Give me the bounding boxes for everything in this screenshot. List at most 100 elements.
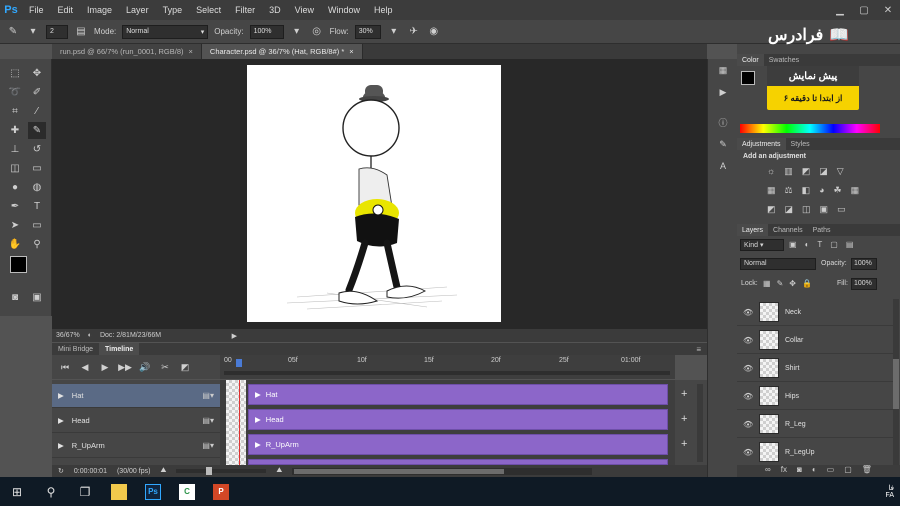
timeline-ruler[interactable]: 00 05f 10f 15f 20f 25f 01:00f: [220, 355, 675, 379]
lasso-tool-icon[interactable]: ➰: [6, 84, 24, 101]
timeline-layer-row[interactable]: ▶ R_UpArm ▤▾: [52, 434, 220, 458]
panel-menu-icon[interactable]: ≡: [696, 345, 707, 354]
layer-filter-kind[interactable]: Kind ▾: [740, 239, 784, 251]
keyframe-area[interactable]: [226, 380, 246, 465]
channel-mixer-icon[interactable]: ☘: [834, 185, 842, 196]
path-select-icon[interactable]: ➤: [6, 217, 24, 234]
pen-tool-icon[interactable]: ✒: [6, 198, 24, 215]
layer-fill-field[interactable]: 100%: [851, 278, 877, 290]
type-tool-icon[interactable]: T: [28, 198, 46, 215]
levels-icon[interactable]: ▥: [784, 166, 793, 177]
tray-language[interactable]: FA: [885, 492, 894, 499]
close-icon[interactable]: ✕: [876, 0, 900, 20]
clip-bar[interactable]: ▶ Hat: [248, 384, 668, 405]
tab-character-psd[interactable]: Character.psd @ 36/7% (Hat, RGB/8#) * ×: [201, 44, 363, 59]
taskbar-app-powerpoint[interactable]: P: [204, 477, 238, 506]
play-icon[interactable]: ▶: [98, 360, 112, 374]
brush-tool-icon[interactable]: ✎: [28, 122, 46, 139]
opacity-field[interactable]: 100%: [249, 24, 284, 39]
chevron-down-icon[interactable]: ▾: [26, 25, 40, 39]
eye-icon[interactable]: 👁: [743, 364, 753, 373]
tab-layers[interactable]: Layers: [737, 224, 769, 236]
expand-icon[interactable]: ▶: [58, 441, 64, 450]
marquee-tool-icon[interactable]: ⬚: [6, 65, 24, 82]
menu-help[interactable]: Help: [367, 5, 400, 15]
zoom-slider-handle[interactable]: [206, 467, 213, 475]
mode-select[interactable]: Normal ▾: [122, 24, 209, 39]
layers-scrollbar[interactable]: [893, 299, 899, 465]
adjustment-layer-icon[interactable]: ◐: [812, 465, 817, 477]
hand-tool-icon[interactable]: ✋: [6, 236, 24, 253]
menu-filter[interactable]: Filter: [228, 5, 262, 15]
eye-icon[interactable]: 👁: [743, 336, 753, 345]
eye-icon[interactable]: 👁: [743, 448, 753, 457]
screen-mode-icon[interactable]: ▣: [28, 289, 46, 306]
blur-tool-icon[interactable]: ●: [6, 179, 24, 196]
eraser-tool-icon[interactable]: ◫: [6, 160, 24, 177]
timeline-layer-row[interactable]: ▶ Head ▤▾: [52, 409, 220, 433]
scrollbar-thumb[interactable]: [893, 359, 899, 409]
layer-options-icon[interactable]: ▤▾: [202, 441, 214, 450]
shape-filter-icon[interactable]: ▢: [830, 240, 838, 249]
brush-tool-icon[interactable]: ✎: [6, 25, 20, 39]
gradient-map-icon[interactable]: ▭: [837, 204, 846, 215]
layer-opacity-field[interactable]: 100%: [851, 258, 877, 270]
tab-styles[interactable]: Styles: [786, 138, 815, 150]
pixel-filter-icon[interactable]: ▣: [789, 240, 797, 249]
quick-mask-icon[interactable]: ◙: [6, 289, 24, 306]
info-icon[interactable]: ⓘ: [716, 115, 730, 129]
flow-field[interactable]: 30%: [354, 24, 381, 39]
link-icon[interactable]: ∞: [765, 465, 771, 477]
blend-mode-select[interactable]: Normal: [740, 258, 816, 270]
layer-row[interactable]: 👁 Collar: [737, 327, 893, 354]
tab-timeline[interactable]: Timeline: [99, 343, 140, 355]
stamp-tool-icon[interactable]: ⊥: [6, 141, 24, 158]
tab-run-psd[interactable]: run.psd @ 66/7% (run_0001, RGB/8) ×: [52, 44, 202, 59]
actions-icon[interactable]: ▶: [716, 85, 730, 99]
brush-presets-icon[interactable]: ✎: [716, 137, 730, 151]
lock-position-icon[interactable]: ✥: [789, 279, 796, 288]
foreground-color-swatch[interactable]: [741, 71, 755, 85]
photo-filter-icon[interactable]: ◕: [819, 185, 824, 196]
fx-icon[interactable]: fx: [781, 465, 787, 477]
tray-language-farsi[interactable]: فا: [889, 484, 894, 492]
brightness-icon[interactable]: ☼: [767, 166, 775, 177]
menu-type[interactable]: Type: [156, 5, 190, 15]
move-tool-icon[interactable]: ✥: [28, 65, 46, 82]
exposure-icon[interactable]: ◪: [819, 166, 828, 177]
healing-tool-icon[interactable]: ✚: [6, 122, 24, 139]
tab-mini-bridge[interactable]: Mini Bridge: [52, 343, 99, 355]
layer-row[interactable]: 👁 R_Leg: [737, 411, 893, 438]
eye-icon[interactable]: 👁: [743, 308, 753, 317]
black-white-icon[interactable]: ◧: [802, 185, 811, 196]
menu-3d[interactable]: 3D: [262, 5, 288, 15]
threshold-icon[interactable]: ◫: [802, 204, 811, 215]
curves-icon[interactable]: ◩: [802, 166, 811, 177]
timeline-zoom-slider[interactable]: [176, 467, 267, 475]
audio-icon[interactable]: 🔊: [138, 360, 152, 374]
status-arrow-icon[interactable]: ▶: [232, 332, 237, 340]
expand-icon[interactable]: ▶: [58, 416, 64, 425]
doc-info-icon[interactable]: ◐: [88, 332, 92, 339]
tab-swatches[interactable]: Swatches: [764, 54, 804, 66]
clip-bar[interactable]: ▶ R_UpArm: [248, 434, 668, 455]
selective-color-icon[interactable]: ▣: [820, 204, 829, 215]
eyedropper-tool-icon[interactable]: ⁄: [28, 103, 46, 120]
brush-panel-icon[interactable]: ▤: [74, 25, 88, 39]
zoom-tool-icon[interactable]: ⚲: [28, 236, 46, 253]
taskbar-app-photoshop[interactable]: Ps: [136, 477, 170, 506]
mask-icon[interactable]: ◙: [797, 465, 802, 477]
adjustment-filter-icon[interactable]: ◐: [805, 240, 810, 249]
layer-row[interactable]: 👁 Shirt: [737, 355, 893, 382]
document-canvas[interactable]: [247, 65, 501, 322]
type-filter-icon[interactable]: T: [817, 240, 822, 249]
tab-color[interactable]: Color: [737, 54, 764, 66]
search-icon[interactable]: ⚲: [34, 477, 68, 506]
vibrance-icon[interactable]: ▽: [837, 166, 844, 177]
eye-icon[interactable]: 👁: [743, 392, 753, 401]
layer-row[interactable]: 👁 Hips: [737, 383, 893, 410]
scrollbar-thumb[interactable]: [294, 468, 505, 474]
eye-icon[interactable]: 👁: [743, 420, 753, 429]
tab-adjustments[interactable]: Adjustments: [737, 138, 786, 150]
color-spectrum[interactable]: [740, 124, 880, 133]
